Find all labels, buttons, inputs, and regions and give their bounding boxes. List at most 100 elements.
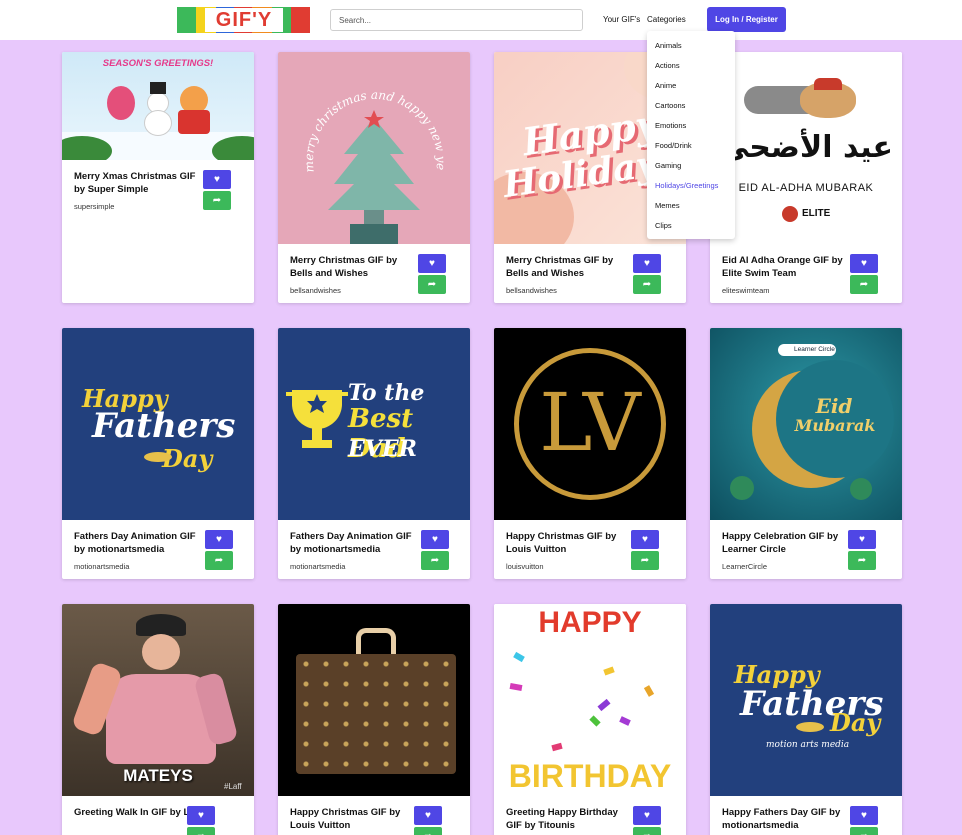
logo-text: GIF'Y <box>205 8 283 32</box>
gif-title: Happy Christmas GIF by Louis Vuitton <box>506 531 617 555</box>
share-arrow-icon: ➦ <box>859 278 869 290</box>
gif-title: Merry Xmas Christmas GIF by Super Simple <box>74 171 196 195</box>
share-arrow-icon: ➦ <box>212 194 222 206</box>
gif-image[interactable]: merry christmas and happy new year <box>278 52 470 244</box>
gif-image[interactable]: عيد الأضحى EID AL-ADHA MUBARAK ELITE <box>710 52 902 244</box>
gif-card[interactable]: merry christmas and happy new year Merry… <box>278 52 470 303</box>
share-button[interactable]: ➦ <box>205 551 233 570</box>
gif-username: louisvuitton <box>506 562 544 571</box>
gif-card[interactable]: HAPPY BIRTHDAY Greeting Happy Birthday G… <box>494 604 686 835</box>
gif-image[interactable]: SEASON'S GREETINGS! <box>62 52 254 160</box>
like-button[interactable]: ♥ <box>203 170 231 189</box>
category-memes[interactable]: Memes <box>655 201 680 210</box>
categories-link[interactable]: Categories <box>647 15 686 24</box>
like-button[interactable]: ♥ <box>414 806 442 825</box>
share-arrow-icon: ➦ <box>643 831 651 835</box>
share-arrow-icon: ➦ <box>430 554 440 566</box>
heart-icon: ♥ <box>198 809 204 821</box>
share-button[interactable]: ➦ <box>418 275 446 294</box>
gif-image[interactable]: Happy Fathers Day <box>62 328 254 520</box>
category-food-drink[interactable]: Food/Drink <box>655 141 692 150</box>
share-arrow-icon: ➦ <box>642 278 652 290</box>
gif-image[interactable]: MATEYS #Laff <box>62 604 254 796</box>
heart-icon: ♥ <box>216 533 222 545</box>
share-button[interactable]: ➦ <box>848 551 876 570</box>
heart-icon: ♥ <box>859 533 865 545</box>
gif-title: Fathers Day Animation GIF by motionartsm… <box>74 531 196 555</box>
share-arrow-icon: ➦ <box>424 831 432 835</box>
share-arrow-icon: ➦ <box>860 831 868 835</box>
share-arrow-icon: ➦ <box>427 278 437 290</box>
gif-title: Merry Christmas GIF by Bells and Wishes <box>290 255 398 279</box>
search-input[interactable] <box>330 9 583 31</box>
christmas-tree-illustration: merry christmas and happy new year <box>278 52 448 244</box>
gif-username: bellsandwishes <box>290 286 341 295</box>
gif-card[interactable]: LV Happy Christmas GIF by Louis Vuitton … <box>494 328 686 579</box>
like-button[interactable]: ♥ <box>421 530 449 549</box>
like-button[interactable]: ♥ <box>633 806 661 825</box>
gif-username: motionartsmedia <box>74 562 130 571</box>
category-animals[interactable]: Animals <box>655 41 682 50</box>
gif-image[interactable]: Learner Circle Eid Mubarak <box>710 328 902 520</box>
gif-username: bellsandwishes <box>506 286 557 295</box>
share-button[interactable]: ➦ <box>187 827 215 835</box>
gif-title: Fathers Day Animation GIF by motionartsm… <box>290 531 412 555</box>
gif-title: Eid Al Adha Orange GIF by Elite Swim Tea… <box>722 255 843 279</box>
category-emotions[interactable]: Emotions <box>655 121 686 130</box>
gif-title: Greeting Happy Birthday GIF by Titounis <box>506 807 618 831</box>
share-arrow-icon: ➦ <box>197 831 205 835</box>
heart-icon: ♥ <box>425 809 431 821</box>
like-button[interactable]: ♥ <box>205 530 233 549</box>
share-button[interactable]: ➦ <box>414 827 442 835</box>
category-gaming[interactable]: Gaming <box>655 161 681 170</box>
your-gifs-link[interactable]: Your GIF's <box>603 15 640 24</box>
like-button[interactable]: ♥ <box>418 254 446 273</box>
share-button[interactable]: ➦ <box>850 275 878 294</box>
category-cartoons[interactable]: Cartoons <box>655 101 685 110</box>
share-button[interactable]: ➦ <box>633 275 661 294</box>
gif-card[interactable]: To the Best Dad EVER Fathers Day Animati… <box>278 328 470 579</box>
share-arrow-icon: ➦ <box>640 554 650 566</box>
gif-image[interactable] <box>278 604 470 796</box>
heart-icon: ♥ <box>644 257 650 269</box>
like-button[interactable]: ♥ <box>633 254 661 273</box>
gif-image[interactable]: LV <box>494 328 686 520</box>
heart-icon: ♥ <box>644 809 650 821</box>
gify-logo[interactable]: GIF'Y <box>177 7 310 33</box>
category-holidays-greetings[interactable]: Holidays/Greetings <box>655 181 718 190</box>
like-button[interactable]: ♥ <box>187 806 215 825</box>
gif-username: LearnerCircle <box>722 562 768 571</box>
share-button[interactable]: ➦ <box>421 551 449 570</box>
categories-dropdown: Animals Actions Anime Cartoons Emotions … <box>647 31 735 239</box>
gif-image[interactable]: HAPPY BIRTHDAY <box>494 604 686 796</box>
gif-card[interactable]: MATEYS #Laff Greeting Walk In GIF by Laf… <box>62 604 254 835</box>
share-button[interactable]: ➦ <box>850 827 878 835</box>
like-button[interactable]: ♥ <box>631 530 659 549</box>
gif-card[interactable]: Happy Fathers Day motion arts media Happ… <box>710 604 902 835</box>
like-button[interactable]: ♥ <box>850 806 878 825</box>
gif-username: supersimple <box>74 202 115 211</box>
gif-image[interactable]: Happy Fathers Day motion arts media <box>710 604 902 796</box>
login-register-button[interactable]: Log In / Register <box>707 7 786 32</box>
category-clips[interactable]: Clips <box>655 221 672 230</box>
heart-icon: ♥ <box>642 533 648 545</box>
category-actions[interactable]: Actions <box>655 61 680 70</box>
share-button[interactable]: ➦ <box>633 827 661 835</box>
gif-username: motionartsmedia <box>290 562 346 571</box>
gif-title: Happy Fathers Day GIF by motionartsmedia <box>722 807 841 831</box>
gif-card[interactable]: Happy Christmas GIF by Louis Vuitton ♥ ➦ <box>278 604 470 835</box>
gif-title: Greeting Walk In GIF by Laff <box>74 807 201 818</box>
gif-card[interactable]: Happy Fathers Day Fathers Day Animation … <box>62 328 254 579</box>
gif-card[interactable]: عيد الأضحى EID AL-ADHA MUBARAK ELITE Eid… <box>710 52 902 303</box>
gif-image[interactable]: To the Best Dad EVER <box>278 328 470 520</box>
like-button[interactable]: ♥ <box>848 530 876 549</box>
gif-card[interactable]: SEASON'S GREETINGS! Merry Xmas Christmas… <box>62 52 254 303</box>
gif-title: Merry Christmas GIF by Bells and Wishes <box>506 255 614 279</box>
like-button[interactable]: ♥ <box>850 254 878 273</box>
gif-card[interactable]: Learner Circle Eid Mubarak Happy Celebra… <box>710 328 902 579</box>
share-button[interactable]: ➦ <box>631 551 659 570</box>
share-button[interactable]: ➦ <box>203 191 231 210</box>
share-arrow-icon: ➦ <box>214 554 224 566</box>
category-anime[interactable]: Anime <box>655 81 676 90</box>
heart-icon: ♥ <box>861 257 867 269</box>
